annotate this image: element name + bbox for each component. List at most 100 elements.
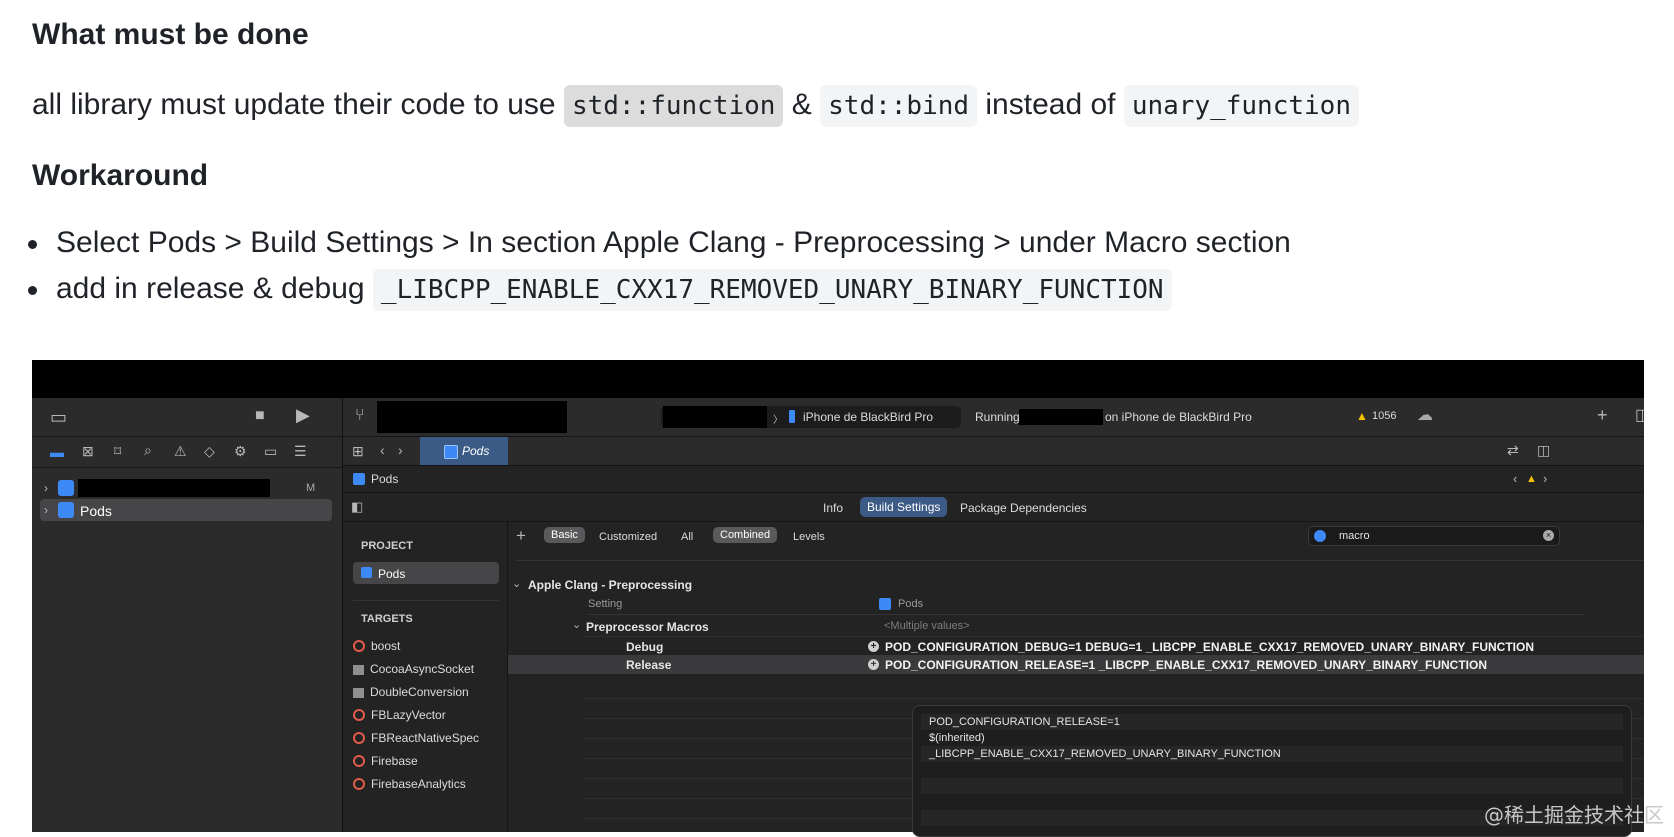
target-label: FirebaseAnalytics — [371, 777, 466, 791]
column-setting: Setting — [588, 598, 623, 610]
add-setting-icon[interactable]: + — [516, 527, 526, 544]
window-toolbar: ⑂ 〉 iPhone de BlackBird Pro Running on i… — [343, 398, 1644, 437]
related-items-icon[interactable]: ⇄ — [1507, 442, 1519, 458]
instead-of-text: instead of — [985, 88, 1116, 121]
project-navigator-toggle-icon[interactable]: ◧ — [351, 499, 363, 515]
debug-value[interactable]: POD_CONFIGURATION_DEBUG=1 DEBUG=1 _LIBCP… — [885, 640, 1534, 654]
code-std-bind: std::bind — [820, 85, 978, 127]
target-item[interactable]: FBLazyVector — [353, 708, 446, 722]
breadcrumb[interactable]: Pods — [371, 472, 398, 486]
target-item[interactable]: DoubleConversion — [353, 685, 469, 699]
target-item[interactable]: boost — [353, 639, 400, 653]
filter-basic[interactable]: Basic — [544, 527, 585, 543]
segment-package-dependencies[interactable]: Package Dependencies — [960, 501, 1087, 515]
divider — [353, 600, 499, 601]
add-value-icon[interactable]: + — [868, 641, 879, 652]
target-item[interactable]: FBReactNativeSpec — [353, 731, 479, 745]
macros-disclosure-icon[interactable]: ⌄ — [572, 617, 581, 633]
report-icon[interactable]: ☰ — [294, 443, 307, 459]
back-icon[interactable]: ‹ — [380, 442, 385, 458]
redacted-app-name — [1019, 409, 1103, 425]
folder-icon[interactable]: ▬ — [50, 444, 64, 460]
targets-list: PROJECT Pods TARGETS boost CocoaAsyncSoc… — [343, 522, 508, 832]
previous-issue-icon[interactable]: ‹ — [1513, 471, 1517, 487]
search-input[interactable]: macro — [1339, 530, 1370, 542]
redacted-branch — [377, 401, 567, 433]
filter-customized[interactable]: Customized — [599, 531, 657, 543]
scheme-separator: 〉 — [773, 415, 783, 426]
popup-line-text[interactable]: _LIBCPP_ENABLE_CXX17_REMOVED_UNARY_BINAR… — [929, 748, 1281, 760]
xcode-project-icon — [879, 598, 891, 610]
pods-row-selected[interactable]: › Pods — [40, 499, 332, 521]
library-icon — [353, 688, 364, 698]
release-row[interactable]: Release + POD_CONFIGURATION_RELEASE=1 _L… — [508, 655, 1644, 674]
clear-search-icon[interactable]: × — [1543, 530, 1554, 541]
paragraph-update-code: all library must update their code to us… — [32, 85, 1359, 127]
xcode-project-icon — [361, 567, 372, 578]
target-item[interactable]: FirebaseAnalytics — [353, 777, 466, 791]
navigator-toolbar: ▭ ■ ▶ — [32, 398, 342, 437]
segment-build-settings[interactable]: Build Settings — [860, 497, 948, 517]
redacted-scheme — [663, 406, 767, 428]
target-icon — [353, 709, 365, 721]
debug-row[interactable]: Debug + POD_CONFIGURATION_DEBUG=1 DEBUG=… — [584, 636, 1644, 655]
test-icon[interactable]: ◇ — [204, 443, 215, 459]
watermark: @稀土掘金技术社区 — [1484, 803, 1664, 827]
segment-info[interactable]: Info — [823, 501, 843, 515]
popup-line-text[interactable]: $(inherited) — [929, 732, 985, 744]
inspector-toggle-icon[interactable]: ◫ — [1635, 408, 1644, 424]
project-item-pods[interactable]: Pods — [353, 562, 499, 584]
pods-label: Pods — [80, 503, 112, 519]
project-row-redacted[interactable]: › M — [32, 477, 342, 499]
tab-pods[interactable]: Pods — [420, 437, 508, 465]
warning-count[interactable]: 1056 — [1372, 410, 1396, 422]
warning-icon[interactable]: ⚠ — [174, 443, 187, 459]
add-value-icon[interactable]: + — [868, 659, 879, 670]
breakpoint-icon[interactable]: ▭ — [264, 443, 277, 459]
forward-icon[interactable]: › — [398, 442, 403, 458]
bookmark-icon[interactable]: ⌑ — [114, 443, 121, 459]
source-control-icon[interactable]: ⊠ — [82, 443, 94, 459]
bullet-text: add in release & debug — [56, 272, 365, 305]
preprocessor-macros-label[interactable]: Preprocessor Macros — [586, 620, 709, 634]
next-issue-icon[interactable]: › — [1543, 471, 1547, 487]
xcode-project-icon — [58, 502, 74, 518]
scheme-selector[interactable]: 〉 iPhone de BlackBird Pro — [661, 406, 961, 428]
filter-all[interactable]: All — [681, 531, 693, 543]
activity-view: Running on iPhone de BlackBird Pro — [963, 406, 1263, 428]
search-icon[interactable]: ⌕ — [144, 442, 152, 458]
xcode-project-icon — [444, 445, 458, 459]
target-label: CocoaAsyncSocket — [370, 662, 475, 676]
paragraph-text: all library must update their code to us… — [32, 88, 556, 121]
heading-workaround: Workaround — [32, 159, 209, 192]
stop-icon[interactable]: ■ — [255, 408, 265, 424]
release-value[interactable]: POD_CONFIGURATION_RELEASE=1 _LIBCPP_ENAB… — [885, 658, 1487, 672]
section-title[interactable]: Apple Clang - Preprocessing — [528, 578, 692, 592]
filter-levels[interactable]: Levels — [793, 531, 825, 543]
modified-badge: M — [306, 482, 316, 494]
popup-line-text[interactable]: POD_CONFIGURATION_RELEASE=1 — [929, 716, 1120, 728]
divider — [588, 614, 1584, 615]
heading-what-must-be-done: What must be done — [32, 18, 309, 51]
cloud-icon[interactable]: ☁ — [1417, 408, 1433, 424]
warning-icon[interactable]: ▲ — [1356, 409, 1368, 423]
debug-label: Debug — [626, 640, 664, 654]
disclosure-chevron-icon[interactable]: › — [44, 502, 48, 518]
split-editor-icon[interactable]: ◫ — [1537, 442, 1550, 458]
run-icon[interactable]: ▶ — [296, 406, 310, 424]
debug-icon[interactable]: ⚙ — [234, 443, 247, 459]
popup-empty-line — [921, 778, 1623, 794]
section-disclosure-icon[interactable]: ⌄ — [512, 576, 521, 592]
disclosure-chevron-icon[interactable]: › — [44, 480, 48, 496]
xcode-project-icon — [58, 480, 74, 496]
grid-icon[interactable]: ⊞ — [352, 443, 364, 459]
warning-icon[interactable]: ▲ — [1526, 473, 1537, 485]
search-field[interactable]: macro × — [1308, 526, 1560, 546]
target-item[interactable]: CocoaAsyncSocket — [353, 662, 474, 676]
ampersand-text: & — [791, 88, 812, 121]
filter-combined[interactable]: Combined — [713, 527, 778, 543]
sidebar-toggle-icon[interactable]: ▭ — [50, 408, 67, 426]
add-icon[interactable]: + — [1597, 406, 1608, 424]
branch-icon[interactable]: ⑂ — [355, 408, 365, 424]
target-item[interactable]: Firebase — [353, 754, 418, 768]
